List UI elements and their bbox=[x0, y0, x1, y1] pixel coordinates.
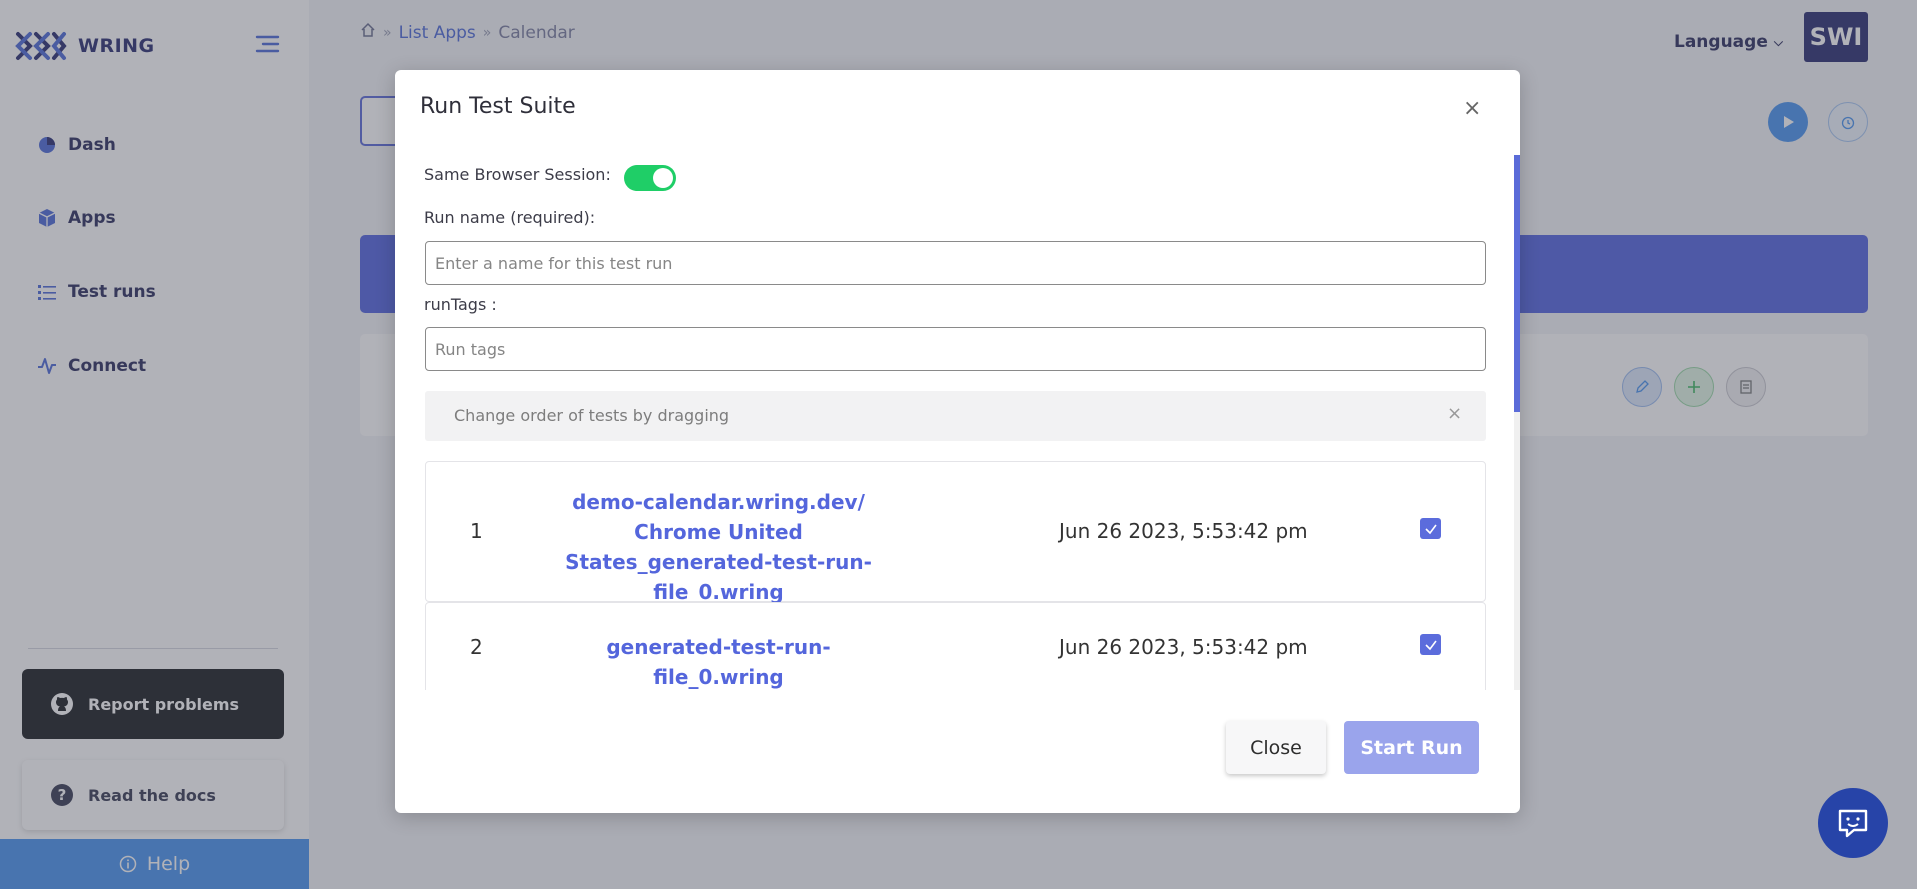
table-row[interactable]: 1 demo-calendar.wring.dev/ Chrome United… bbox=[425, 461, 1486, 604]
modal-title: Run Test Suite bbox=[420, 94, 576, 119]
test-checkbox[interactable] bbox=[1420, 518, 1441, 539]
scrollbar-thumb[interactable] bbox=[1514, 155, 1520, 412]
run-name-label: Run name (required): bbox=[424, 208, 596, 227]
run-tags-input[interactable] bbox=[425, 327, 1486, 371]
test-date: Jun 26 2023, 5:53:42 pm bbox=[1059, 519, 1308, 543]
drag-hint-text: Change order of tests by dragging bbox=[454, 406, 730, 425]
chat-button[interactable] bbox=[1818, 788, 1888, 858]
close-icon[interactable]: × bbox=[1463, 98, 1481, 120]
run-name-input[interactable] bbox=[425, 241, 1486, 285]
close-icon[interactable]: × bbox=[1447, 403, 1462, 424]
close-button[interactable]: Close bbox=[1226, 721, 1326, 774]
test-date: Jun 26 2023, 5:53:42 pm bbox=[1059, 635, 1308, 659]
same-session-label: Same Browser Session: bbox=[424, 165, 611, 184]
start-run-button[interactable]: Start Run bbox=[1344, 721, 1479, 774]
table-row[interactable]: 2 generated-test-run-file_0.wring Jun 26… bbox=[425, 602, 1486, 690]
run-test-suite-modal: Run Test Suite × Same Browser Session: R… bbox=[395, 70, 1520, 813]
test-name-link[interactable]: generated-test-run-file_0.wring bbox=[546, 632, 891, 690]
check-icon bbox=[1424, 640, 1437, 650]
test-index: 1 bbox=[470, 519, 483, 543]
run-tags-label: runTags : bbox=[424, 295, 497, 314]
drag-hint-alert: Change order of tests by dragging × bbox=[425, 391, 1486, 441]
test-list: 1 demo-calendar.wring.dev/ Chrome United… bbox=[425, 461, 1486, 690]
same-session-toggle[interactable] bbox=[624, 165, 676, 191]
test-checkbox[interactable] bbox=[1420, 634, 1441, 655]
chat-icon bbox=[1838, 809, 1868, 838]
test-name-link[interactable]: demo-calendar.wring.dev/ Chrome United S… bbox=[546, 487, 891, 607]
check-icon bbox=[1424, 524, 1437, 534]
test-index: 2 bbox=[470, 635, 483, 659]
